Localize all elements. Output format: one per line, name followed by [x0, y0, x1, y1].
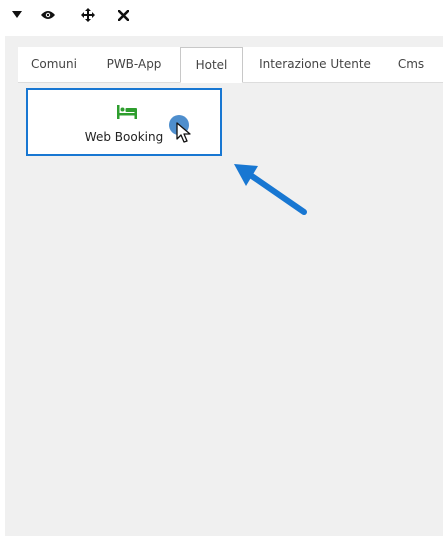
- web-booking-tile[interactable]: Web Booking: [26, 88, 222, 156]
- tab-comuni[interactable]: Comuni: [18, 47, 90, 81]
- close-icon[interactable]: [114, 6, 132, 24]
- tab-label: Cms: [397, 57, 425, 71]
- move-icon[interactable]: [79, 6, 97, 24]
- tab-hotel[interactable]: Hotel: [180, 47, 243, 83]
- tab-label: Interazione Utente: [259, 57, 371, 71]
- tab-cms[interactable]: Cms: [386, 47, 436, 81]
- tab-label: PWB-App: [106, 57, 162, 71]
- tab-pwb-app[interactable]: PWB-App: [90, 47, 178, 81]
- tab-label: Comuni: [31, 57, 77, 71]
- tab-label: Hotel: [195, 58, 228, 72]
- tab-bar: Comuni PWB-App Hotel Interazione Utente …: [18, 47, 443, 83]
- eye-icon[interactable]: [39, 6, 57, 24]
- toolbar: [0, 0, 443, 36]
- tab-interazione-utente[interactable]: Interazione Utente: [250, 47, 380, 81]
- pointer-arrow-icon: [234, 164, 307, 215]
- mouse-pointer-icon: [176, 122, 192, 144]
- content-panel: Comuni PWB-App Hotel Interazione Utente …: [5, 36, 443, 536]
- bed-icon: [117, 104, 137, 119]
- caret-down-icon[interactable]: [8, 6, 26, 24]
